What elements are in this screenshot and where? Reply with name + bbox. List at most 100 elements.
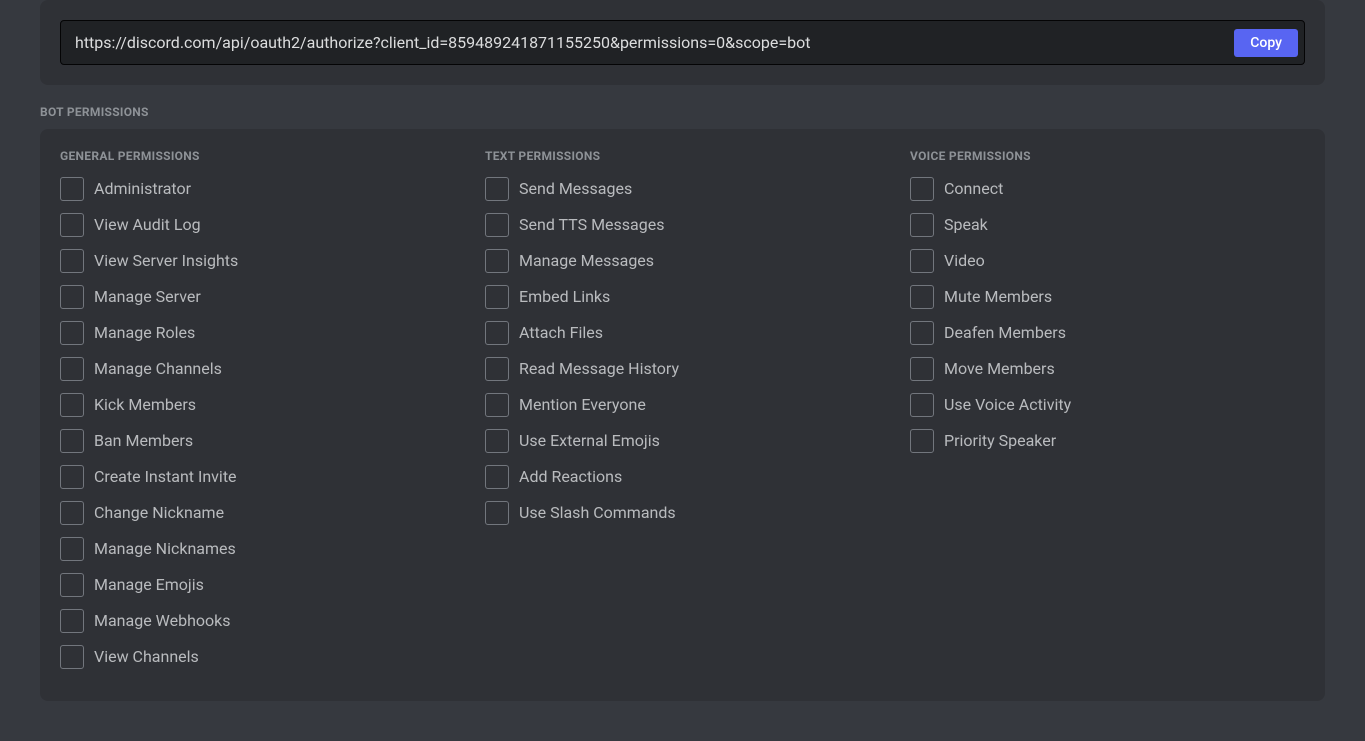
checkbox-icon[interactable] — [910, 429, 934, 453]
permission-checkbox-row[interactable]: Kick Members — [60, 393, 455, 417]
checkbox-icon[interactable] — [485, 285, 509, 309]
permission-checkbox-row[interactable]: Embed Links — [485, 285, 880, 309]
checkbox-icon[interactable] — [60, 393, 84, 417]
permission-label: View Channels — [94, 645, 199, 669]
permission-checkbox-row[interactable]: Send Messages — [485, 177, 880, 201]
checkbox-icon[interactable] — [910, 213, 934, 237]
permission-label: Manage Server — [94, 285, 201, 309]
permission-label: Use Slash Commands — [519, 501, 676, 525]
permission-checkbox-row[interactable]: Move Members — [910, 357, 1305, 381]
permission-checkbox-row[interactable]: Add Reactions — [485, 465, 880, 489]
permission-checkbox-row[interactable]: Mention Everyone — [485, 393, 880, 417]
permission-label: Embed Links — [519, 285, 610, 309]
permission-column-header: GENERAL PERMISSIONS — [60, 149, 455, 163]
permission-label: Deafen Members — [944, 321, 1066, 345]
checkbox-icon[interactable] — [485, 429, 509, 453]
permission-label: Create Instant Invite — [94, 465, 237, 489]
checkbox-icon[interactable] — [60, 537, 84, 561]
permission-checkbox-row[interactable]: Change Nickname — [60, 501, 455, 525]
permission-label: Manage Emojis — [94, 573, 204, 597]
permission-label: Manage Messages — [519, 249, 654, 273]
checkbox-icon[interactable] — [60, 285, 84, 309]
permission-label: Administrator — [94, 177, 191, 201]
permission-label: Move Members — [944, 357, 1055, 381]
checkbox-icon[interactable] — [60, 321, 84, 345]
checkbox-icon[interactable] — [910, 285, 934, 309]
permission-checkbox-row[interactable]: Create Instant Invite — [60, 465, 455, 489]
checkbox-icon[interactable] — [60, 609, 84, 633]
permission-column: VOICE PERMISSIONS Connect Speak Video Mute M… — [910, 149, 1305, 681]
checkbox-icon[interactable] — [485, 177, 509, 201]
permission-label: Mention Everyone — [519, 393, 646, 417]
permission-checkbox-row[interactable]: Read Message History — [485, 357, 880, 381]
checkbox-icon[interactable] — [485, 357, 509, 381]
permission-column-header: VOICE PERMISSIONS — [910, 149, 1305, 163]
permission-checkbox-row[interactable]: View Audit Log — [60, 213, 455, 237]
checkbox-icon[interactable] — [910, 321, 934, 345]
checkbox-icon[interactable] — [485, 321, 509, 345]
permission-label: Video — [944, 249, 985, 273]
permission-column-header: TEXT PERMISSIONS — [485, 149, 880, 163]
permission-checkbox-row[interactable]: Attach Files — [485, 321, 880, 345]
checkbox-icon[interactable] — [60, 429, 84, 453]
checkbox-icon[interactable] — [485, 249, 509, 273]
permission-label: Ban Members — [94, 429, 193, 453]
checkbox-icon[interactable] — [60, 357, 84, 381]
copy-button[interactable]: Copy — [1234, 29, 1298, 57]
permission-checkbox-row[interactable]: Video — [910, 249, 1305, 273]
permission-label: View Server Insights — [94, 249, 238, 273]
permission-checkbox-row[interactable]: Send TTS Messages — [485, 213, 880, 237]
checkbox-icon[interactable] — [60, 249, 84, 273]
checkbox-icon[interactable] — [910, 249, 934, 273]
checkbox-icon[interactable] — [910, 357, 934, 381]
checkbox-icon[interactable] — [485, 393, 509, 417]
permission-checkbox-row[interactable]: View Channels — [60, 645, 455, 669]
permission-checkbox-row[interactable]: Use Slash Commands — [485, 501, 880, 525]
permission-checkbox-row[interactable]: Ban Members — [60, 429, 455, 453]
permission-checkbox-row[interactable]: Priority Speaker — [910, 429, 1305, 453]
permission-checkbox-row[interactable]: Manage Channels — [60, 357, 455, 381]
permission-checkbox-row[interactable]: Speak — [910, 213, 1305, 237]
permission-label: Attach Files — [519, 321, 603, 345]
permission-label: Change Nickname — [94, 501, 224, 525]
checkbox-icon[interactable] — [60, 213, 84, 237]
permission-checkbox-row[interactable]: Manage Emojis — [60, 573, 455, 597]
permission-checkbox-row[interactable]: View Server Insights — [60, 249, 455, 273]
checkbox-icon[interactable] — [485, 213, 509, 237]
oauth-url-section: Copy — [40, 0, 1325, 85]
permission-checkbox-row[interactable]: Deafen Members — [910, 321, 1305, 345]
permission-label: Send Messages — [519, 177, 632, 201]
permission-column: TEXT PERMISSIONS Send Messages Send TTS Me… — [485, 149, 880, 681]
permissions-section: GENERAL PERMISSIONS Administrator View Aud… — [40, 129, 1325, 701]
permission-checkbox-row[interactable]: Manage Roles — [60, 321, 455, 345]
permission-checkbox-row[interactable]: Use Voice Activity — [910, 393, 1305, 417]
permissions-grid: GENERAL PERMISSIONS Administrator View Aud… — [60, 149, 1305, 681]
checkbox-icon[interactable] — [60, 177, 84, 201]
checkbox-icon[interactable] — [485, 465, 509, 489]
permission-checkbox-row[interactable]: Mute Members — [910, 285, 1305, 309]
checkbox-icon[interactable] — [60, 573, 84, 597]
permission-column: GENERAL PERMISSIONS Administrator View Aud… — [60, 149, 455, 681]
permission-label: Connect — [944, 177, 1003, 201]
permission-label: Priority Speaker — [944, 429, 1056, 453]
oauth-url-input[interactable] — [61, 21, 1234, 64]
permission-checkbox-row[interactable]: Administrator — [60, 177, 455, 201]
permission-checkbox-row[interactable]: Manage Webhooks — [60, 609, 455, 633]
permission-checkbox-row[interactable]: Manage Messages — [485, 249, 880, 273]
checkbox-icon[interactable] — [60, 645, 84, 669]
permission-checkbox-row[interactable]: Manage Nicknames — [60, 537, 455, 561]
checkbox-icon[interactable] — [485, 501, 509, 525]
checkbox-icon[interactable] — [60, 465, 84, 489]
permission-label: Manage Nicknames — [94, 537, 236, 561]
permission-label: Add Reactions — [519, 465, 622, 489]
oauth-url-row: Copy — [60, 20, 1305, 65]
bot-permissions-label: BOT PERMISSIONS — [40, 105, 1325, 119]
permission-label: Manage Roles — [94, 321, 195, 345]
checkbox-icon[interactable] — [910, 177, 934, 201]
checkbox-icon[interactable] — [60, 501, 84, 525]
permission-label: Send TTS Messages — [519, 213, 664, 237]
permission-checkbox-row[interactable]: Use External Emojis — [485, 429, 880, 453]
permission-checkbox-row[interactable]: Connect — [910, 177, 1305, 201]
permission-checkbox-row[interactable]: Manage Server — [60, 285, 455, 309]
checkbox-icon[interactable] — [910, 393, 934, 417]
